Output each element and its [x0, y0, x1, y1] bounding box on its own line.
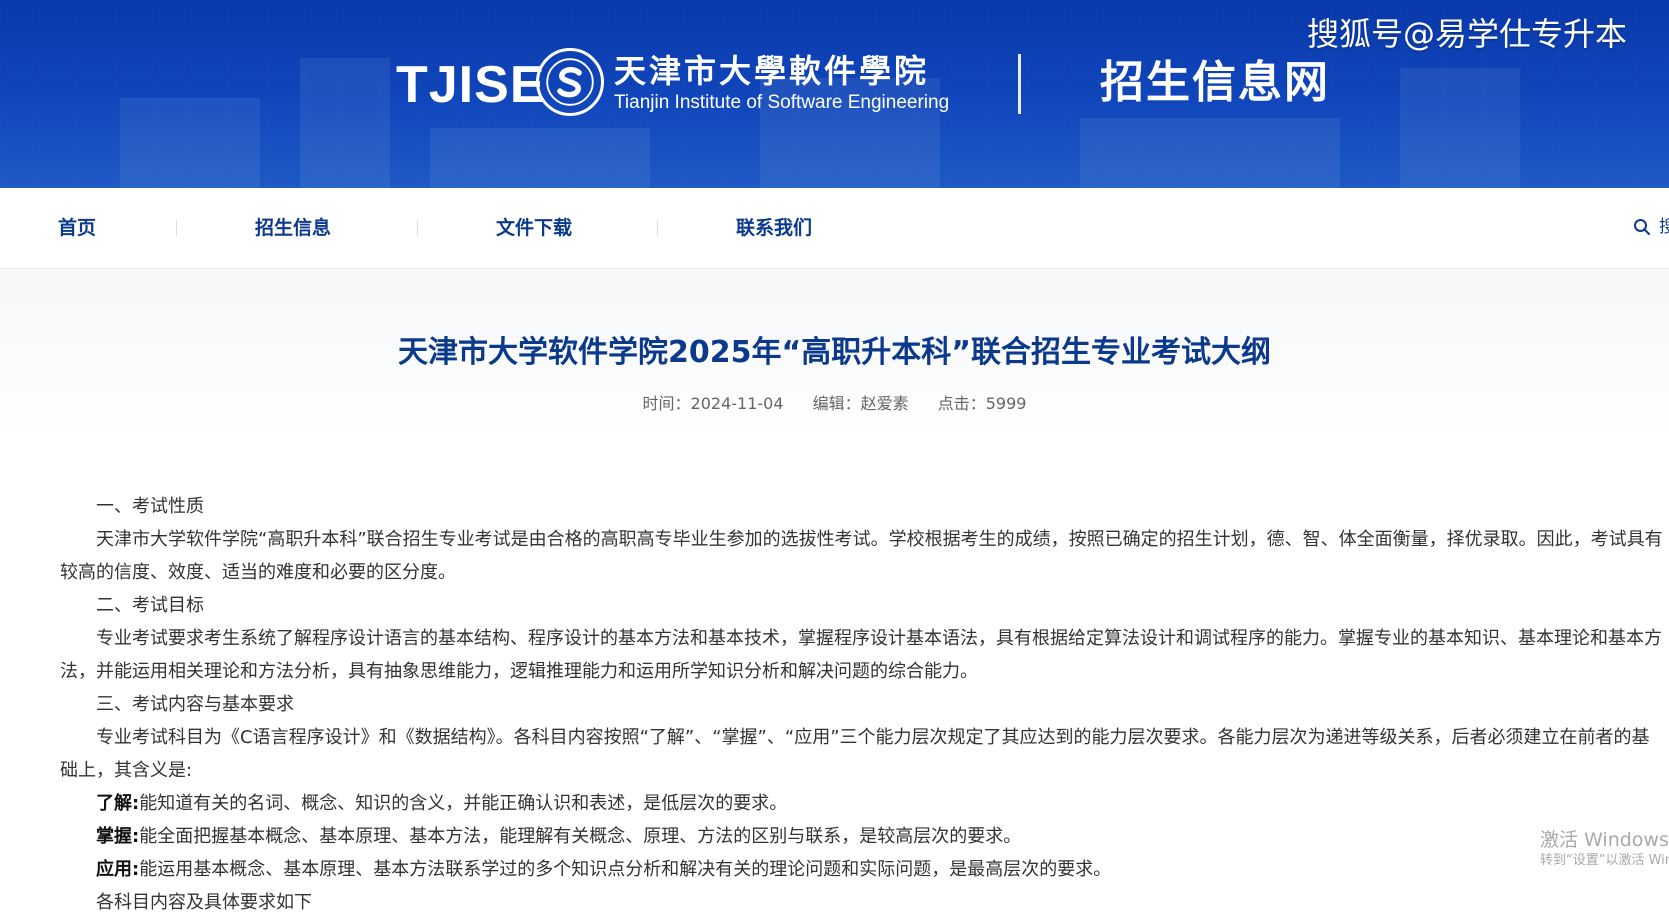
- definition-text: 能知道有关的名词、概念、知识的含义，并能正确认识和表述，是低层次的要求。: [139, 793, 788, 814]
- definition-item: 了解:能知道有关的名词、概念、知识的含义，并能正确认识和表述，是低层次的要求。: [60, 787, 1665, 820]
- banner-building-shape: [1400, 68, 1520, 188]
- school-name-cn: 天津市大學軟件學院: [614, 52, 930, 90]
- definition-term: 应用:: [96, 859, 140, 880]
- nav-separator: [176, 220, 177, 236]
- nav-item-admission-info[interactable]: 招生信息: [255, 216, 331, 240]
- nav-separator: [657, 220, 658, 236]
- definition-term: 掌握:: [96, 826, 140, 847]
- paragraph-text: 专业考试科目为《C语言程序设计》和《数据结构》。各科目内容按照“了解”、“掌握”…: [60, 727, 1650, 781]
- paragraph-text: 天津市大学软件学院“高职升本科”联合招生专业考试是由合格的高职高专毕业生参加的选…: [60, 529, 1663, 583]
- definition-text: 能全面把握基本概念、基本原理、基本方法，能理解有关概念、原理、方法的区别与联系，…: [139, 826, 1022, 847]
- section-heading: 三、考试内容与基本要求: [60, 688, 1665, 721]
- nav-item-home[interactable]: 首页: [58, 216, 96, 240]
- paragraph: 专业考试要求考生系统了解程序设计语言的基本结构、程序设计的基本方法和基本技术，掌…: [60, 622, 1665, 688]
- paragraph-text: 专业考试要求考生系统了解程序设计语言的基本结构、程序设计的基本方法和基本技术，掌…: [60, 628, 1662, 682]
- click-count: 点击：5999: [937, 394, 1027, 413]
- banner-building-shape: [430, 128, 650, 188]
- logo-wordmark[interactable]: TJISE: [396, 55, 546, 115]
- paragraph-text: 三、考试内容与基本要求: [96, 694, 294, 715]
- definition-term: 了解:: [96, 793, 140, 814]
- paragraph: 天津市大学软件学院“高职升本科”联合招生专业考试是由合格的高职高专毕业生参加的选…: [60, 523, 1665, 589]
- nav-item-downloads[interactable]: 文件下载: [496, 216, 572, 240]
- main-nav: 首页 招生信息 文件下载 联系我们: [0, 188, 1669, 269]
- definition-item: 应用:能运用基本概念、基本原理、基本方法联系学过的多个知识点分析和解决有关的理论…: [60, 853, 1665, 886]
- paragraph-text: 一、考试性质: [96, 496, 204, 517]
- activation-line-1: 激活 Windows: [1540, 829, 1669, 851]
- activation-line-2: 转到“设置”以激活 Windows。: [1540, 853, 1669, 868]
- section-heading: 一、考试性质: [60, 490, 1665, 523]
- article-meta: 时间：2024-11-04 编辑：赵爱素 点击：5999: [0, 393, 1669, 415]
- paragraph: 各科目内容及具体要求如下: [60, 886, 1665, 919]
- header-banner: TJISE 天津市大學軟件學院 Tianjin Institute of Sof…: [0, 0, 1669, 188]
- article-body: 一、考试性质 天津市大学软件学院“高职升本科”联合招生专业考试是由合格的高职高专…: [60, 490, 1665, 919]
- editor: 编辑：赵爱素: [812, 394, 909, 413]
- paragraph: 专业考试科目为《C语言程序设计》和《数据结构》。各科目内容按照“了解”、“掌握”…: [60, 721, 1665, 787]
- definition-text: 能运用基本概念、基本原理、基本方法联系学过的多个知识点分析和解决有关的理论问题和…: [139, 859, 1112, 880]
- windows-activation-watermark: 激活 Windows 转到“设置”以激活 Windows。: [1540, 828, 1669, 870]
- portal-title: 招生信息网: [1100, 57, 1330, 108]
- paragraph-text: 各科目内容及具体要求如下: [96, 892, 312, 913]
- school-name-en: Tianjin Institute of Software Engineerin…: [614, 92, 950, 113]
- nav-separator: [417, 220, 418, 236]
- sohu-watermark: 搜狐号@易学仕专升本: [1306, 15, 1627, 53]
- definition-item: 掌握:能全面把握基本概念、基本原理、基本方法，能理解有关概念、原理、方法的区别与…: [60, 820, 1665, 853]
- banner-building-shape: [300, 58, 390, 188]
- publish-time: 时间：2024-11-04: [642, 394, 784, 413]
- article-title: 天津市大学软件学院2025年“高职升本科”联合招生专业考试大纲: [398, 335, 1271, 370]
- search-label[interactable]: 搜: [1659, 217, 1669, 237]
- header-divider: [1018, 54, 1021, 114]
- search-icon[interactable]: [1632, 217, 1652, 237]
- nav-item-contact[interactable]: 联系我们: [736, 216, 812, 240]
- banner-building-shape: [120, 98, 260, 188]
- school-seal-icon: [536, 48, 604, 116]
- section-heading: 二、考试目标: [60, 589, 1665, 622]
- paragraph-text: 二、考试目标: [96, 595, 204, 616]
- banner-building-shape: [1080, 118, 1340, 188]
